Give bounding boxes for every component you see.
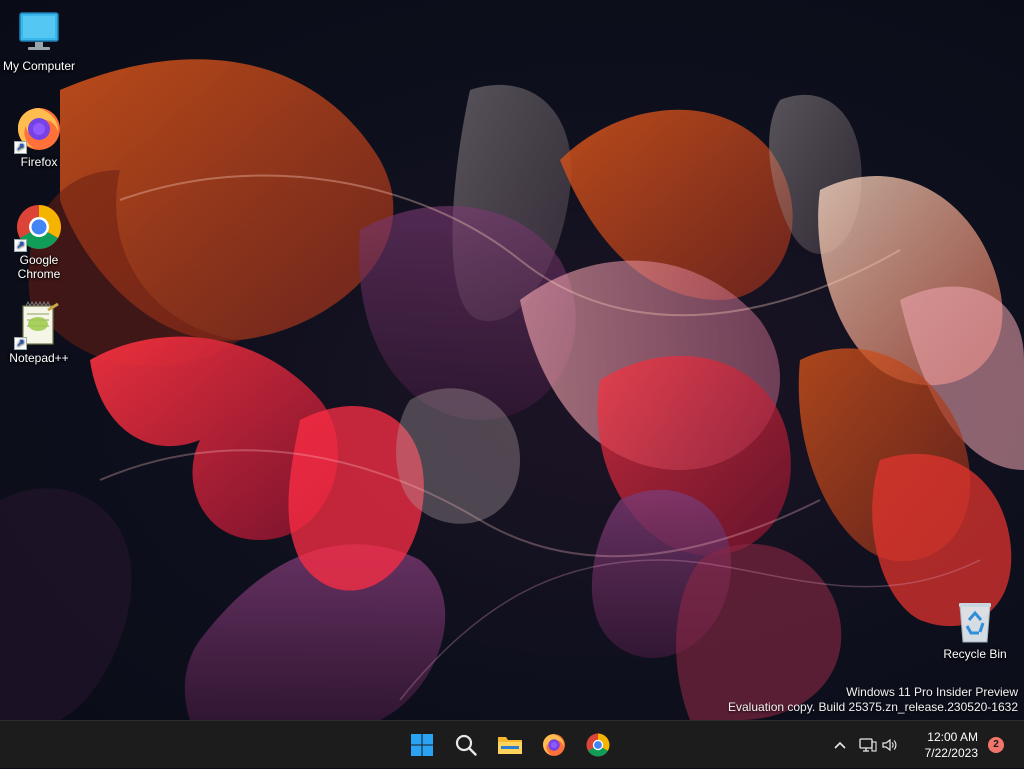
- volume-button[interactable]: [880, 735, 900, 755]
- network-button[interactable]: [858, 735, 878, 755]
- desktop[interactable]: My Computer ↗ Firefox ↗ Google Chrome ↗ …: [0, 0, 1024, 720]
- watermark-edition: Windows 11 Pro Insider Preview: [846, 685, 1018, 699]
- taskbar: 12:00 AM 7/22/2023 2: [0, 720, 1024, 768]
- shortcut-arrow-icon: ↗: [14, 337, 27, 350]
- show-hidden-icons-button[interactable]: [830, 735, 850, 755]
- wallpaper-bloom: [0, 59, 1024, 720]
- shortcut-arrow-icon: ↗: [14, 141, 27, 154]
- recycle-bin-icon: [950, 596, 1000, 646]
- system-tray: 12:00 AM 7/22/2023 2: [824, 721, 1024, 769]
- desktop-icon-label: Firefox: [20, 155, 58, 169]
- taskbar-clock[interactable]: 12:00 AM 7/22/2023: [925, 729, 978, 761]
- desktop-icon-label: Recycle Bin: [943, 647, 1007, 661]
- shortcut-arrow-icon: ↗: [14, 239, 27, 252]
- desktop-icon-recycle-bin[interactable]: Recycle Bin: [936, 596, 1014, 661]
- desktop-icon-notepad-plus-plus[interactable]: ↗ Notepad++: [0, 300, 78, 365]
- file-explorer-button[interactable]: [490, 725, 530, 765]
- folder-icon: [498, 737, 522, 754]
- desktop-icon-label: Notepad++: [9, 351, 69, 365]
- notepad-plus-plus-icon: ↗: [14, 300, 64, 350]
- chrome-taskbar-button[interactable]: [578, 725, 618, 765]
- windows-start-icon: [411, 734, 433, 756]
- desktop-icon-label-line2: Chrome: [17, 267, 61, 281]
- notification-count-badge[interactable]: 2: [988, 737, 1004, 753]
- search-icon: [455, 734, 477, 756]
- chrome-icon: ↗: [14, 202, 64, 252]
- windows-evaluation-watermark: Windows 11 Pro Insider Preview Evaluatio…: [728, 685, 1018, 715]
- clock-date: 7/22/2023: [924, 746, 978, 760]
- taskbar-apps: [402, 725, 618, 765]
- chevron-up-icon: [834, 741, 846, 749]
- desktop-icon-label-line1: Google: [19, 253, 59, 267]
- chrome-icon: [586, 733, 610, 757]
- firefox-taskbar-button[interactable]: [534, 725, 574, 765]
- search-button[interactable]: [446, 725, 486, 765]
- firefox-icon: [543, 734, 565, 756]
- network-icon: [859, 738, 877, 752]
- desktop-icon-chrome[interactable]: ↗ Google Chrome: [0, 202, 78, 281]
- start-button[interactable]: [402, 725, 442, 765]
- desktop-icon-firefox[interactable]: ↗ Firefox: [0, 104, 78, 169]
- desktop-icon-label: My Computer: [2, 59, 76, 73]
- watermark-build: Evaluation copy. Build 25375.zn_release.…: [728, 700, 1018, 714]
- volume-icon: [882, 738, 897, 752]
- firefox-icon: ↗: [14, 104, 64, 154]
- clock-time: 12:00 AM: [927, 730, 978, 744]
- desktop-icon-my-computer[interactable]: My Computer: [0, 8, 78, 73]
- monitor-icon: [14, 8, 64, 58]
